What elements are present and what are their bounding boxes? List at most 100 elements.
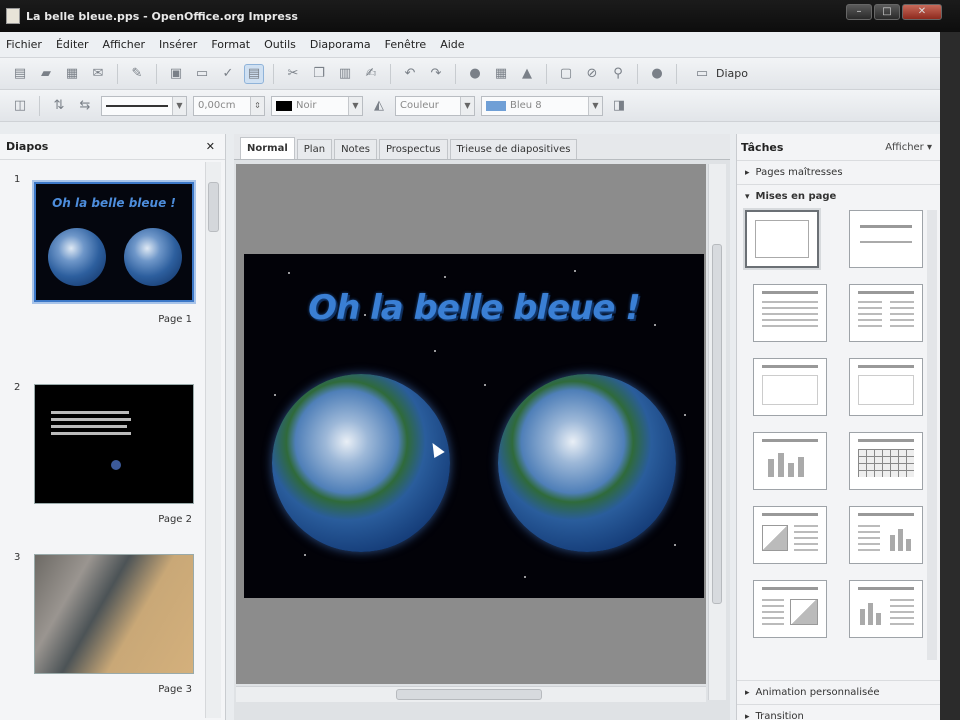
tasks-scrollbar[interactable] — [927, 210, 937, 660]
layouts-grid — [737, 210, 933, 662]
tab-plan[interactable]: Plan — [296, 139, 333, 159]
minimize-button[interactable]: – — [846, 4, 872, 20]
slides-scrollbar[interactable] — [205, 162, 221, 718]
earth-image-right[interactable] — [498, 374, 676, 552]
slide-item-2[interactable]: 2 Page 2 — [0, 382, 206, 532]
scrollbar-thumb[interactable] — [208, 182, 219, 232]
view-tabs: Normal Plan Notes Prospectus Trieuse de … — [234, 134, 730, 160]
layout-title-table[interactable] — [849, 432, 923, 490]
line-icon[interactable]: ◫ — [10, 96, 30, 116]
gallery-icon[interactable]: ▢ — [556, 64, 576, 84]
slide-canvas[interactable]: Oh la belle bleue ! — [244, 254, 704, 598]
editor-vertical-scrollbar[interactable] — [708, 164, 726, 700]
line-style-icon[interactable]: ⇆ — [75, 96, 95, 116]
slideshow-label: Diapo — [716, 67, 748, 80]
slide-thumbnail[interactable]: Oh la belle bleue ! — [34, 182, 194, 302]
section-transition[interactable]: ▸ Transition — [737, 704, 941, 720]
print-icon[interactable]: ▭ — [192, 64, 212, 84]
close-icon[interactable]: ✕ — [206, 140, 215, 153]
slides-panel-title: Diapos — [6, 140, 49, 153]
slide-item-3[interactable]: 3 Page 3 — [0, 552, 206, 702]
layout-text-chart[interactable] — [849, 506, 923, 564]
menu-outils[interactable]: Outils — [264, 38, 296, 51]
slide-thumbnail[interactable] — [34, 554, 194, 674]
scrollbar-thumb[interactable] — [712, 244, 722, 604]
save-icon[interactable]: ▦ — [62, 64, 82, 84]
slide-thumbnail[interactable] — [34, 384, 194, 504]
menubar: Fichier Éditer Afficher Insérer Format O… — [0, 32, 940, 58]
edit-file-icon[interactable]: ✎ — [127, 64, 147, 84]
table-icon[interactable]: ▦ — [491, 64, 511, 84]
show-draw-icon[interactable]: ⊘ — [582, 64, 602, 84]
tab-notes[interactable]: Notes — [334, 139, 377, 159]
layout-title-only[interactable] — [849, 210, 923, 268]
shadow-icon[interactable]: ◨ — [609, 96, 629, 116]
email-icon[interactable]: ✉ — [88, 64, 108, 84]
menu-editer[interactable]: Éditer — [56, 38, 89, 51]
tasks-panel: Tâches Afficher ▾ ▸ Pages maîtresses ▾ M… — [736, 134, 941, 720]
layout-text-image[interactable] — [753, 580, 827, 638]
layout-title-content[interactable] — [753, 284, 827, 342]
slide-canvas-area[interactable]: Oh la belle bleue ! — [236, 164, 706, 684]
line-width-field[interactable]: 0,00cm ⇕ — [193, 95, 265, 116]
fill-type-select[interactable]: Couleur ▼ — [395, 95, 475, 116]
standard-toolbar: ▤ ▰ ▦ ✉ ✎ ▣ ▭ ✓ ▤ ✂ ❐ ▥ ✍ ↶ ↷ ● ▦ ▲ ▢ ⊘ … — [0, 58, 940, 90]
new-icon[interactable]: ▤ — [10, 64, 30, 84]
tab-slide-sorter[interactable]: Trieuse de diapositives — [449, 139, 578, 159]
tasks-view-button[interactable]: Afficher ▾ — [885, 142, 932, 153]
arrow-style-icon[interactable]: ⇅ — [49, 96, 69, 116]
undo-icon[interactable]: ↶ — [400, 64, 420, 84]
layout-image-text[interactable] — [753, 506, 827, 564]
layout-title-chart[interactable] — [753, 432, 827, 490]
menu-fenetre[interactable]: Fenêtre — [385, 38, 427, 51]
window-title: La belle bleue.pps - OpenOffice.org Impr… — [26, 9, 298, 23]
open-icon[interactable]: ▰ — [36, 64, 56, 84]
layout-centered-text[interactable] — [849, 358, 923, 416]
slide-page-label: Page 1 — [158, 314, 192, 325]
slide-item-1[interactable]: 1 Oh la belle bleue ! Page 1 — [0, 174, 206, 334]
layout-chart-text[interactable] — [849, 580, 923, 638]
slide-page-label: Page 3 — [158, 684, 192, 695]
help-icon[interactable]: ● — [647, 64, 667, 84]
section-label: Mises en page — [755, 191, 837, 202]
chart-icon[interactable]: ● — [465, 64, 485, 84]
copy-icon[interactable]: ❐ — [309, 64, 329, 84]
section-custom-animation[interactable]: ▸ Animation personnalisée — [737, 680, 941, 704]
layout-blank[interactable] — [745, 210, 819, 268]
clone-format-icon[interactable]: ✍ — [361, 64, 381, 84]
cut-icon[interactable]: ✂ — [283, 64, 303, 84]
redo-icon[interactable]: ↷ — [426, 64, 446, 84]
layout-title-slide[interactable] — [753, 358, 827, 416]
tab-prospectus[interactable]: Prospectus — [378, 139, 448, 159]
menu-inserer[interactable]: Insérer — [159, 38, 197, 51]
menu-diaporama[interactable]: Diaporama — [310, 38, 371, 51]
layout-title-two-content[interactable] — [849, 284, 923, 342]
zoom-icon[interactable]: ⚲ — [608, 64, 628, 84]
navigator-icon[interactable]: ▲ — [517, 64, 537, 84]
slide-title[interactable]: Oh la belle bleue ! — [244, 288, 704, 328]
section-master-pages[interactable]: ▸ Pages maîtresses — [737, 160, 940, 184]
menu-aide[interactable]: Aide — [440, 38, 464, 51]
menu-format[interactable]: Format — [211, 38, 250, 51]
scrollbar-thumb[interactable] — [396, 689, 542, 700]
fill-color-value: Bleu 8 — [510, 100, 542, 111]
fill-color-select[interactable]: Bleu 8 ▼ — [481, 95, 603, 116]
desktop-edge — [940, 32, 960, 720]
slide-page-label: Page 2 — [158, 514, 192, 525]
slideshow-button[interactable]: ▭ Diapo — [692, 64, 748, 84]
maximize-button[interactable]: □ — [874, 4, 900, 20]
line-style-select[interactable]: ▼ — [101, 95, 187, 116]
earth-image-left[interactable] — [272, 374, 450, 552]
spellcheck-icon[interactable]: ✓ — [218, 64, 238, 84]
menu-fichier[interactable]: Fichier — [6, 38, 42, 51]
menu-afficher[interactable]: Afficher — [103, 38, 145, 51]
section-layouts[interactable]: ▾ Mises en page — [737, 184, 940, 208]
autospell-icon[interactable]: ▤ — [244, 63, 264, 84]
paste-icon[interactable]: ▥ — [335, 64, 355, 84]
fill-bucket-icon[interactable]: ◭ — [369, 96, 389, 116]
editor-horizontal-scrollbar[interactable] — [236, 686, 706, 702]
line-color-select[interactable]: Noir ▼ — [271, 95, 363, 116]
tab-normal[interactable]: Normal — [240, 137, 295, 159]
export-pdf-icon[interactable]: ▣ — [166, 64, 186, 84]
close-window-button[interactable]: ✕ — [902, 4, 942, 20]
